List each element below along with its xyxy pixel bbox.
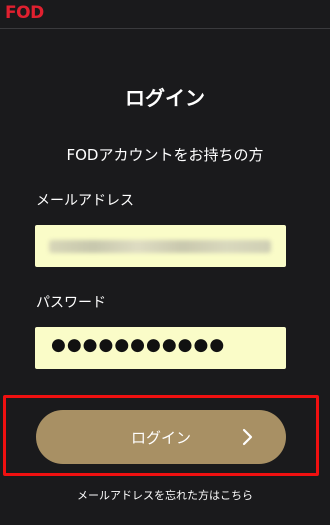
app-header: FOD [0, 0, 330, 29]
fod-logo[interactable]: FOD [5, 3, 44, 23]
login-button[interactable]: ログイン [36, 410, 286, 464]
email-label: メールアドレス [36, 193, 134, 209]
chevron-right-icon [242, 428, 253, 446]
page-title: ログイン [125, 86, 205, 110]
password-value: ●●●●●●●●●●● [51, 335, 226, 355]
obscured-email-value [49, 240, 271, 253]
page-subtitle: FODアカウントをお持ちの方 [66, 146, 264, 164]
password-field[interactable]: ●●●●●●●●●●● [35, 327, 286, 369]
password-label: パスワード [36, 295, 106, 311]
email-field[interactable] [35, 225, 286, 267]
forgot-email-link[interactable]: メールアドレスを忘れた方はこちら [0, 487, 330, 503]
